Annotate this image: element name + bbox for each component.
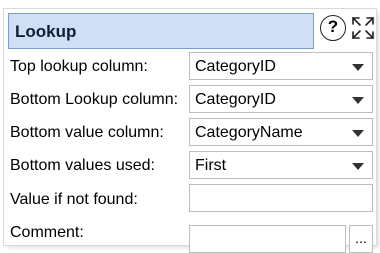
panel-title: Lookup <box>15 22 77 41</box>
top-lookup-column-value: CategoryID <box>195 58 276 75</box>
bottom-values-used-value: First <box>195 157 227 174</box>
chevron-down-icon <box>352 64 364 71</box>
chevron-down-icon <box>352 130 364 137</box>
comment-label: Comment: <box>10 224 84 241</box>
bottom-value-column-select[interactable]: CategoryName <box>189 118 373 146</box>
value-if-not-found-input[interactable] <box>189 184 373 212</box>
question-circle-icon: ? <box>327 17 339 36</box>
comment-input[interactable] <box>189 225 346 253</box>
fullscreen-button[interactable] <box>350 15 376 41</box>
bottom-values-used-select[interactable]: First <box>189 151 373 179</box>
top-lookup-column-label: Top lookup column: <box>10 58 148 75</box>
bottom-values-used-label: Bottom values used: <box>10 157 155 174</box>
expand-arrows-icon <box>352 17 374 39</box>
comment-more-button[interactable]: ... <box>349 225 373 253</box>
chevron-down-icon <box>352 163 364 170</box>
help-button[interactable]: ? <box>320 15 346 41</box>
chevron-down-icon <box>352 97 364 104</box>
bottom-lookup-column-label: Bottom Lookup column: <box>10 91 179 108</box>
bottom-lookup-column-select[interactable]: CategoryID <box>189 85 373 113</box>
bottom-value-column-value: CategoryName <box>195 124 303 141</box>
value-if-not-found-label: Value if not found: <box>10 191 138 208</box>
bottom-lookup-column-value: CategoryID <box>195 91 276 108</box>
lookup-panel: Lookup ? Top lookup column: CategoryID B… <box>4 9 376 253</box>
bottom-value-column-label: Bottom value column: <box>10 124 164 141</box>
panel-title-bar: Lookup <box>8 13 314 49</box>
top-lookup-column-select[interactable]: CategoryID <box>189 52 373 80</box>
